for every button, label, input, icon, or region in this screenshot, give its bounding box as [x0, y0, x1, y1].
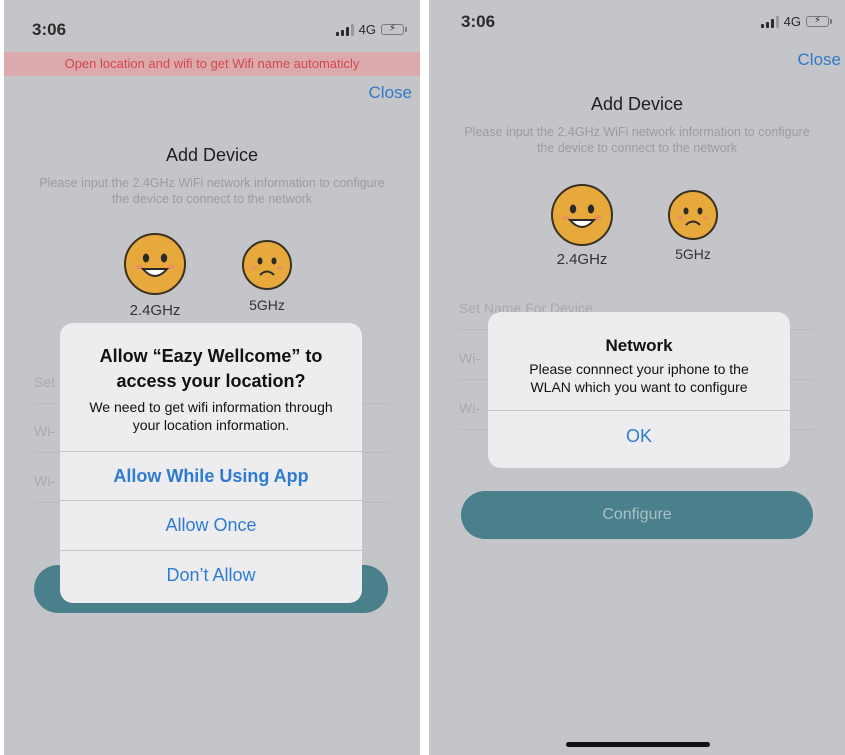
alert-title: Allow “Eazy Wellcome” to access your loc…: [99, 346, 323, 391]
page-description: Please input the 2.4GHz WiFi network inf…: [464, 125, 810, 155]
page-title: Add Device: [165, 145, 259, 165]
dont-allow-button[interactable]: Don’t Allow: [60, 550, 362, 600]
allow-while-using-button[interactable]: Allow While Using App: [60, 451, 362, 500]
home-indicator: [566, 742, 710, 747]
location-warning-banner: Open location and wifi to get Wifi name …: [4, 52, 420, 76]
network-alert: Network Please connnect your iphone to t…: [488, 312, 790, 468]
status-bar: 3:06 4G ⚡: [429, 0, 845, 44]
status-indicators: 4G ⚡: [335, 22, 407, 37]
happy-face-icon[interactable]: [551, 184, 613, 246]
ok-button[interactable]: OK: [488, 410, 790, 461]
left-screen: 3:06 4G ⚡ Open location and wifi to get …: [4, 0, 420, 755]
alert-title: Network: [605, 336, 673, 355]
network-label: 4G: [783, 14, 801, 29]
band-5-label: 5GHz: [249, 297, 285, 313]
sad-face-icon[interactable]: [668, 190, 718, 240]
alert-message: We need to get wifi information through …: [89, 399, 333, 433]
close-button[interactable]: Close: [369, 83, 412, 103]
right-screen: 3:06 4G ⚡ Close Add Device Please input …: [429, 0, 845, 755]
alert-message: Please connnect your iphone to the WLAN …: [529, 361, 749, 395]
location-permission-alert: Allow “Eazy Wellcome” to access your loc…: [60, 323, 362, 603]
band-24-label: 2.4GHz: [129, 302, 181, 319]
status-indicators: 4G ⚡: [760, 14, 832, 29]
close-button[interactable]: Close: [798, 50, 841, 70]
allow-once-button[interactable]: Allow Once: [60, 500, 362, 550]
configure-button[interactable]: Configure: [461, 491, 813, 539]
battery-icon: ⚡: [806, 15, 832, 27]
signal-icon: [760, 15, 779, 28]
page-title: Add Device: [590, 94, 684, 114]
status-time: 3:06: [32, 20, 67, 39]
status-time: 3:06: [461, 12, 496, 31]
status-bar: 3:06 4G ⚡: [4, 0, 420, 44]
band-5-label: 5GHz: [675, 246, 711, 262]
sad-face-icon[interactable]: [242, 240, 292, 290]
page-description: Please input the 2.4GHz WiFi network inf…: [39, 176, 385, 206]
band-24-label: 2.4GHz: [556, 251, 608, 268]
battery-icon: ⚡: [381, 23, 407, 35]
happy-face-icon[interactable]: [124, 233, 186, 295]
network-label: 4G: [358, 22, 376, 37]
signal-icon: [335, 23, 354, 36]
